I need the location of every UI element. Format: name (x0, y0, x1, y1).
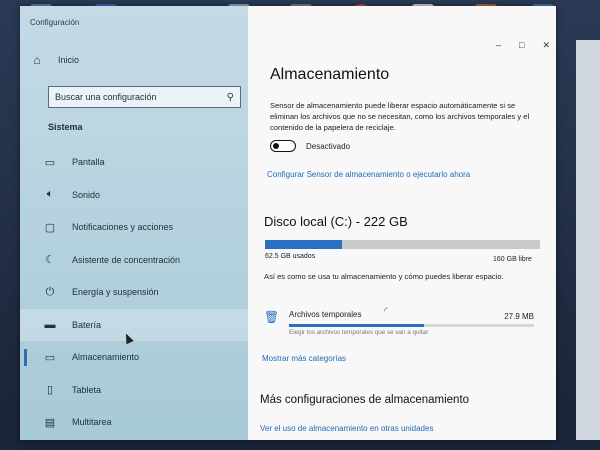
storage-sense-toggle-row: Desactivado (270, 140, 350, 152)
sidebar-item-sonido[interactable]: 🔈︎ Sonido (20, 179, 248, 212)
monitor-icon: ▭ (44, 156, 56, 169)
sidebar-item-almacenamiento[interactable]: ▭ Almacenamiento (20, 341, 248, 374)
power-icon: ⏻ (45, 285, 55, 298)
moon-icon: ☾ (45, 254, 55, 267)
search-icon[interactable]: ⚲ (227, 92, 234, 103)
home-label: Inicio (58, 55, 80, 65)
toggle-state-label: Desactivado (306, 141, 351, 151)
notification-icon: ▢ (44, 221, 56, 234)
tablet-icon: ▯ (46, 384, 54, 397)
close-button[interactable]: ✕ (542, 40, 550, 51)
usage-description: Así es como se usa tu almacenamiento y c… (264, 272, 504, 281)
temp-files-size: 27.9 MB (504, 312, 534, 321)
settings-window: Configuración ⌂ Inicio ⚲ Sistema ▭ Panta… (20, 6, 556, 440)
sidebar-item-multitarea[interactable]: ▤ Multitarea (20, 406, 248, 439)
other-drives-link[interactable]: Ver el uso de almacenamiento en otras un… (260, 424, 433, 433)
configure-storage-sense-link[interactable]: Configurar Sensor de almacenamiento o ej… (267, 170, 470, 179)
home-icon: ⌂ (33, 53, 41, 67)
sidebar-item-label: Multitarea (72, 417, 112, 428)
sidebar-item-tableta[interactable]: ▯ Tableta (20, 374, 248, 407)
sidebar-item-label: Pantalla (72, 157, 105, 168)
temp-files-subtext: Elegir los archivos temporales que se va… (289, 329, 429, 336)
temp-files-bar-fill (289, 324, 424, 327)
disk-used-label: 62.5 GB usados (265, 253, 316, 260)
battery-icon: ▬ (44, 318, 56, 331)
disk-usage-bar (265, 240, 540, 249)
sidebar-item-bateria[interactable]: ▬ Batería (20, 308, 248, 341)
sidebar-item-label: Energía y suspensión (72, 287, 159, 298)
disk-title: Disco local (C:) - 222 GB (264, 214, 408, 229)
disk-usage-fill (265, 240, 342, 249)
sidebar-item-pantalla[interactable]: ▭ Pantalla (20, 146, 248, 179)
sidebar: Configuración ⌂ Inicio ⚲ Sistema ▭ Panta… (20, 6, 248, 440)
sidebar-item-label: Almacenamiento (72, 352, 140, 363)
temp-files-bar (289, 324, 534, 327)
trash-icon: 🗑︎ (264, 310, 280, 324)
desktop-edge (576, 40, 600, 440)
storage-sense-toggle[interactable] (270, 140, 296, 152)
storage-sense-description: Sensor de almacenamiento puede liberar e… (270, 101, 530, 132)
sidebar-item-label: Batería (72, 319, 102, 330)
sidebar-item-energia[interactable]: ⏻ Energía y suspensión (20, 276, 248, 309)
sidebar-item-asistente[interactable]: ☾ Asistente de concentración (20, 244, 248, 277)
minimize-button[interactable]: – (496, 40, 501, 51)
sidebar-item-label: Tableta (72, 384, 102, 395)
storage-icon: ▭ (44, 351, 56, 364)
loading-spinner-icon: ◜ (384, 306, 388, 317)
window-title: Configuración (30, 18, 80, 27)
disk-free-label: 160 GB libre (493, 256, 532, 263)
sidebar-item-notificaciones[interactable]: ▢ Notificaciones y acciones (20, 211, 248, 244)
home-link[interactable]: ⌂ Inicio (30, 53, 79, 67)
section-title: Sistema (48, 122, 83, 132)
multitask-icon: ▤ (44, 416, 56, 429)
sidebar-item-label: Asistente de concentración (72, 254, 181, 265)
more-settings-title: Más configuraciones de almacenamiento (260, 394, 470, 406)
sidebar-item-label: Notificaciones y acciones (72, 222, 174, 233)
show-more-categories-link[interactable]: Mostrar más categorías (262, 354, 346, 363)
sidebar-item-label: Sonido (72, 189, 101, 200)
speaker-icon: 🔈︎ (46, 188, 54, 201)
temp-files-label: Archivos temporales (289, 310, 362, 319)
window-controls: – □ ✕ (496, 40, 550, 51)
search-box[interactable]: ⚲ (48, 86, 241, 108)
page-title: Almacenamiento (270, 66, 390, 83)
search-input[interactable] (55, 92, 227, 102)
main-content: – □ ✕ Almacenamiento Sensor de almacenam… (248, 6, 556, 440)
sidebar-nav: ▭ Pantalla 🔈︎ Sonido ▢ Notificaciones y … (20, 146, 248, 439)
maximize-button[interactable]: □ (519, 40, 524, 51)
